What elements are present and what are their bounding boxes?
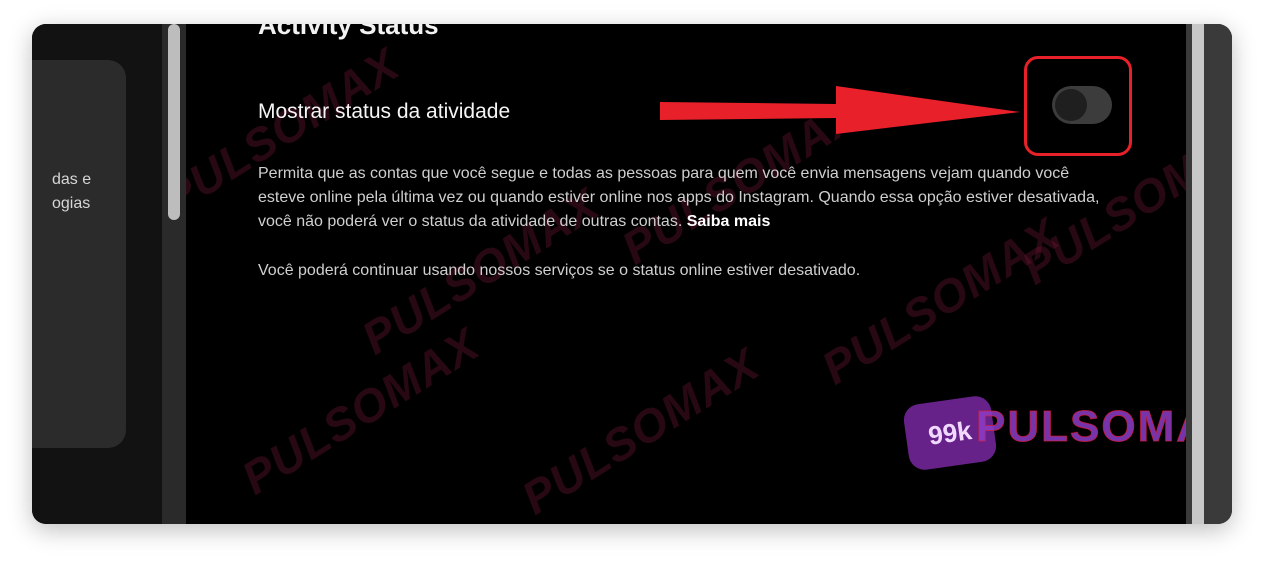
activity-status-toggle[interactable] xyxy=(1052,86,1112,124)
right-edge-line xyxy=(1192,24,1204,524)
settings-content: PULSOMAX PULSOMAX PULSOMAX PULSOMAX PULS… xyxy=(186,24,1186,524)
description-text: Permita que as contas que você segue e t… xyxy=(258,165,1100,230)
screenshot-frame: das e ogias PULSOMAX PULSOMAX PULSOMAX P… xyxy=(32,24,1232,524)
right-edge xyxy=(1186,24,1232,524)
activity-status-note: Você poderá continuar usando nossos serv… xyxy=(258,262,861,279)
watermark-logo: 99k PULSOMAX xyxy=(901,394,1186,476)
left-card xyxy=(32,60,126,448)
arrow-right-icon xyxy=(660,86,1020,134)
watermark: PULSOMAX xyxy=(232,317,489,505)
learn-more-link[interactable]: Saiba mais xyxy=(687,213,771,230)
watermark-logo-text: PULSOMAX xyxy=(975,402,1186,452)
scrollbar[interactable] xyxy=(162,24,186,524)
scrollbar-thumb[interactable] xyxy=(168,24,180,220)
activity-status-description: Permita que as contas que você segue e t… xyxy=(258,162,1118,234)
activity-status-label: Mostrar status da atividade xyxy=(258,100,511,123)
watermark: PULSOMAX xyxy=(512,337,769,524)
left-panel: das e ogias xyxy=(32,24,162,524)
toggle-knob[interactable] xyxy=(1055,89,1087,121)
watermark: PULSOMAX xyxy=(812,207,1069,395)
left-card-text: das e ogias xyxy=(52,171,92,212)
section-title: Activity Status xyxy=(258,24,439,40)
